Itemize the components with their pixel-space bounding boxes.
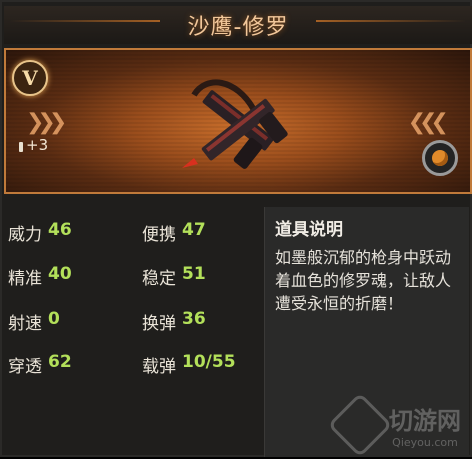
stat-portability: 便携 47: [142, 220, 206, 245]
weapon-display: V ❯❯❯ ❮❮❮ +3: [4, 48, 472, 194]
stat-value: 10/55: [182, 352, 236, 372]
watermark: 切游网 Qieyou.com: [327, 392, 461, 458]
title-decoration-left: [10, 20, 160, 22]
stat-label: 便携: [142, 225, 176, 245]
v-rank-icon: V: [12, 60, 48, 96]
stat-value: 40: [48, 264, 72, 284]
stat-label: 射速: [8, 314, 42, 334]
stat-value: 0: [48, 309, 60, 329]
ammo-icon: [19, 142, 23, 152]
stat-fire-rate: 射速 0: [8, 309, 60, 334]
stat-stability: 稳定 51: [142, 264, 206, 289]
stat-value: 51: [182, 264, 206, 284]
stat-penetration: 穿透 62: [8, 352, 72, 377]
stat-label: 载弹: [142, 357, 176, 377]
stat-value: 46: [48, 220, 72, 240]
watermark-logo-icon: [327, 392, 393, 458]
stat-magazine: 载弹 10/55: [142, 352, 236, 377]
stat-accuracy: 精准 40: [8, 264, 72, 289]
weapon-title: 沙鹰-修罗: [187, 15, 289, 40]
stat-label: 精准: [8, 269, 42, 289]
stat-label: 穿透: [8, 357, 42, 377]
weapon-info-panel: 沙鹰-修罗 V ❯❯❯ ❮❮❮ +3 威力 46 便携 47 精准 40 稳定 …: [0, 0, 472, 459]
switch-icon[interactable]: [422, 140, 458, 176]
stat-value: 62: [48, 352, 72, 372]
stat-value: 47: [182, 220, 206, 240]
description-text: 如墨般沉郁的枪身中跃动着血色的修罗魂，让敌人遭受永恒的折磨！: [275, 248, 452, 313]
ammo-bonus: +3: [26, 136, 49, 154]
left-chevrons-icon: ❯❯❯: [26, 110, 67, 135]
stat-label: 换弹: [142, 314, 176, 334]
stats-grid: 威力 46 便携 47 精准 40 稳定 51 射速 0 换弹 36 穿透 62…: [2, 198, 264, 459]
title-bar: 沙鹰-修罗: [4, 6, 472, 44]
title-decoration-right: [316, 20, 466, 22]
watermark-url: Qieyou.com: [392, 436, 458, 449]
stat-value: 36: [182, 309, 206, 329]
pistol-icon: [182, 79, 288, 169]
stat-power: 威力 46: [8, 220, 72, 245]
stat-label: 威力: [8, 225, 42, 245]
description-title: 道具说明: [275, 220, 343, 240]
stat-label: 稳定: [142, 269, 176, 289]
watermark-name: 切游网: [389, 407, 461, 435]
item-description-panel: 道具说明 如墨般沉郁的枪身中跃动着血色的修罗魂，让敌人遭受永恒的折磨！ 切游网 …: [264, 207, 469, 458]
stat-reload: 换弹 36: [142, 309, 206, 334]
right-chevrons-icon: ❮❮❮: [407, 110, 449, 135]
